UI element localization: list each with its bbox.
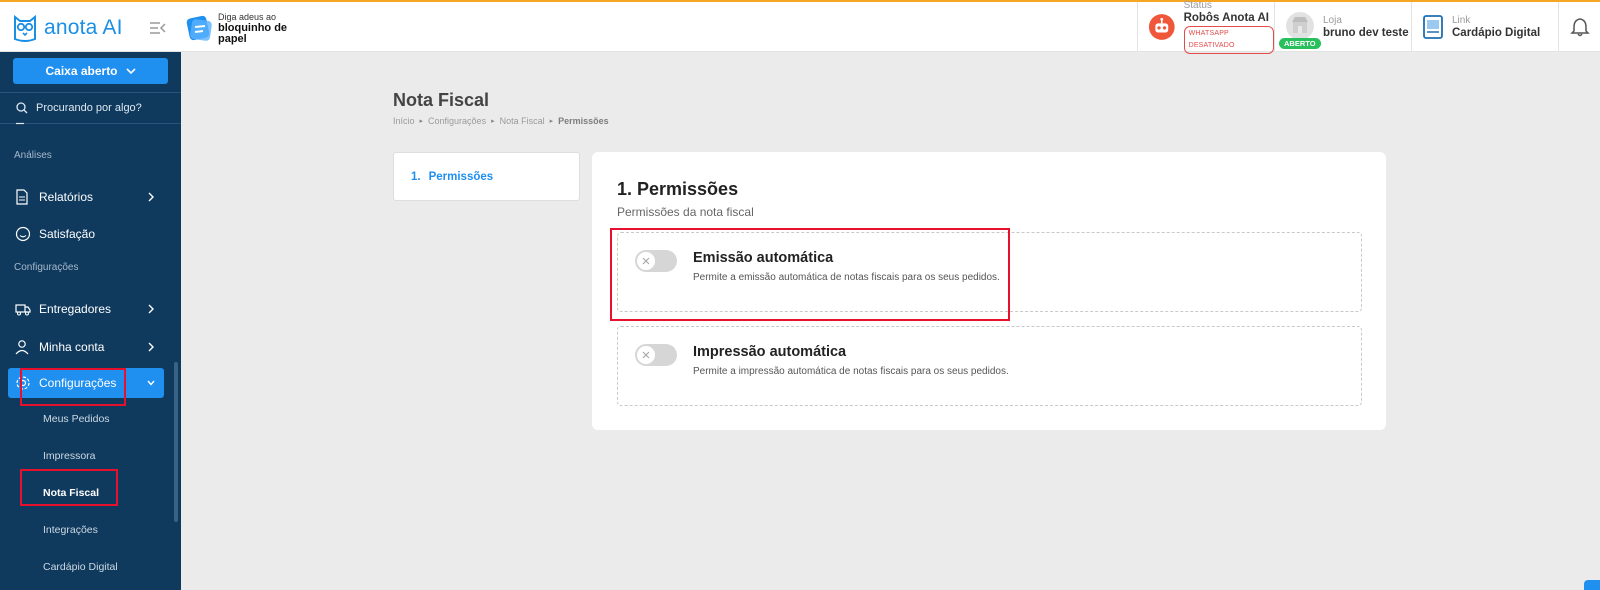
collapse-menu-icon[interactable] <box>148 18 168 38</box>
toggle-knob <box>637 252 655 270</box>
truck-icon <box>15 301 31 317</box>
section-title: 1. Permissões <box>617 179 739 199</box>
caixa-aberto-button[interactable]: Caixa aberto <box>13 58 168 84</box>
breadcrumb-current: Permissões <box>558 116 609 126</box>
owl-logo-icon <box>14 14 36 42</box>
sidebar-subitem-impressora[interactable]: Impressora <box>43 450 96 462</box>
promo-line-2: bloquinho de <box>218 21 288 34</box>
user-icon <box>15 339 31 355</box>
impressao-automatica-toggle[interactable] <box>635 344 677 366</box>
sidebar-search-input[interactable] <box>36 102 166 114</box>
page-title: Nota Fiscal <box>393 90 490 110</box>
logo-text: anota AI <box>44 16 123 39</box>
breadcrumb-item[interactable]: Nota Fiscal <box>500 116 545 126</box>
close-icon <box>642 257 650 265</box>
sidebar-item-label: Minha conta <box>39 340 105 354</box>
sidebar-item-label: Relatórios <box>39 190 94 204</box>
sidebar-item-entregadores[interactable]: Entregadores <box>8 294 164 324</box>
option-description: Permite a emissão automática de notas fi… <box>693 272 1000 283</box>
sidebar-item-satisfacao[interactable]: Satisfação <box>8 219 164 249</box>
notifications-button[interactable] <box>1558 2 1600 52</box>
smiley-icon <box>15 226 31 242</box>
option-title: Emissão automática <box>693 250 834 266</box>
breadcrumb: Início ▸ Configurações ▸ Nota Fiscal ▸ P… <box>393 116 609 126</box>
option-title: Impressão automática <box>693 344 847 360</box>
breadcrumb-separator-icon: ▸ <box>419 118 424 125</box>
sidebar-scrollbar[interactable] <box>174 362 178 522</box>
notepad-icon <box>186 15 212 41</box>
status-label: Status <box>1183 0 1212 11</box>
search-icon <box>16 102 28 114</box>
promo-line-1: Diga adeus ao <box>218 11 277 22</box>
sidebar-item-label: Entregadores <box>39 302 112 316</box>
status-value: Robôs Anota AI <box>1183 12 1269 24</box>
link-text: Link Cardápio Digital <box>1452 15 1540 39</box>
status-text: Status Robôs Anota AI WHATSAPP DESATIVAD… <box>1183 0 1274 54</box>
sidebar-search[interactable] <box>0 92 181 124</box>
caixa-label: Caixa aberto <box>45 64 118 78</box>
store-open-badge: ABERTO <box>1279 38 1321 49</box>
chevron-down-icon <box>125 67 136 74</box>
store-name: bruno dev teste <box>1323 27 1409 39</box>
chevron-right-icon <box>148 304 154 314</box>
sidebar-item-relatorios[interactable]: Relatórios <box>8 182 164 212</box>
sidebar-subitem-cardapio-digital[interactable]: Cardápio Digital <box>43 561 118 573</box>
breadcrumb-separator-icon: ▸ <box>549 118 554 125</box>
sidebar-item-label: Configurações <box>39 376 117 390</box>
close-icon <box>642 351 650 359</box>
breadcrumb-separator-icon: ▸ <box>491 118 495 125</box>
store-icon <box>1286 12 1314 40</box>
option-description: Permite a impressão automática de notas … <box>693 366 1009 377</box>
emissao-automatica-toggle[interactable] <box>635 250 677 272</box>
option-impressao-automatica: Impressão automática Permite a impressão… <box>617 326 1362 406</box>
store-section[interactable]: ABERTO Loja bruno dev teste <box>1274 2 1411 52</box>
sidebar-item-label: Satisfação <box>39 227 96 241</box>
chevron-right-icon <box>148 192 154 202</box>
app-root: anota AI Diga adeus ao bloquinho de pape… <box>0 0 1600 590</box>
permissions-card: 1. Permissões Permissões da nota fiscal … <box>592 152 1386 430</box>
whatsapp-status-badge: WHATSAPP DESATIVADO <box>1183 26 1274 54</box>
partial-item-icon <box>16 122 24 125</box>
bell-icon <box>1569 18 1590 37</box>
store-label: Loja <box>1323 15 1342 26</box>
sidebar-subitem-meus-pedidos[interactable]: Meus Pedidos <box>43 413 110 425</box>
step-number: 1. <box>411 170 421 183</box>
section-subtitle: Permissões da nota fiscal <box>617 205 754 219</box>
store-avatar: ABERTO <box>1279 11 1321 49</box>
breadcrumb-item[interactable]: Início <box>393 116 415 126</box>
sidebar-subitem-nota-fiscal[interactable]: Nota Fiscal <box>43 487 99 499</box>
sidebar: Caixa aberto Análises Relatórios <box>0 52 181 590</box>
step-permissoes[interactable]: 1. Permissões <box>393 152 580 201</box>
promo-banner[interactable]: Diga adeus ao bloquinho de papel <box>184 10 287 46</box>
sidebar-item-configuracoes[interactable]: Configurações <box>8 368 164 398</box>
robot-icon <box>1148 14 1175 40</box>
link-section[interactable]: Link Cardápio Digital <box>1411 2 1558 52</box>
link-value: Cardápio Digital <box>1452 27 1541 39</box>
link-label: Link <box>1452 15 1471 26</box>
breadcrumb-item[interactable]: Configurações <box>428 116 486 126</box>
chevron-down-icon <box>147 380 155 386</box>
sidebar-subitem-integracoes[interactable]: Integrações <box>43 524 98 536</box>
status-section[interactable]: Status Robôs Anota AI WHATSAPP DESATIVAD… <box>1137 0 1274 54</box>
gear-icon <box>15 375 31 391</box>
anota-ai-logo[interactable]: anota AI <box>12 10 123 46</box>
document-icon <box>15 189 31 205</box>
section-configuracoes: Configurações <box>14 262 79 273</box>
sidebar-item-minha-conta[interactable]: Minha conta <box>8 332 164 362</box>
help-widget-tab[interactable] <box>1584 580 1600 590</box>
promo-line-3: papel <box>218 32 247 45</box>
section-analises: Análises <box>14 150 52 161</box>
option-emissao-automatica: Emissão automática Permite a emissão aut… <box>617 232 1362 312</box>
store-text: Loja bruno dev teste <box>1323 15 1409 39</box>
digital-menu-icon <box>1423 15 1443 39</box>
promo-text: Diga adeus ao bloquinho de papel <box>218 12 287 45</box>
step-label: Permissões <box>428 170 494 183</box>
chevron-right-icon <box>148 342 154 352</box>
toggle-knob <box>637 346 655 364</box>
top-header: anota AI Diga adeus ao bloquinho de pape… <box>0 0 1600 54</box>
